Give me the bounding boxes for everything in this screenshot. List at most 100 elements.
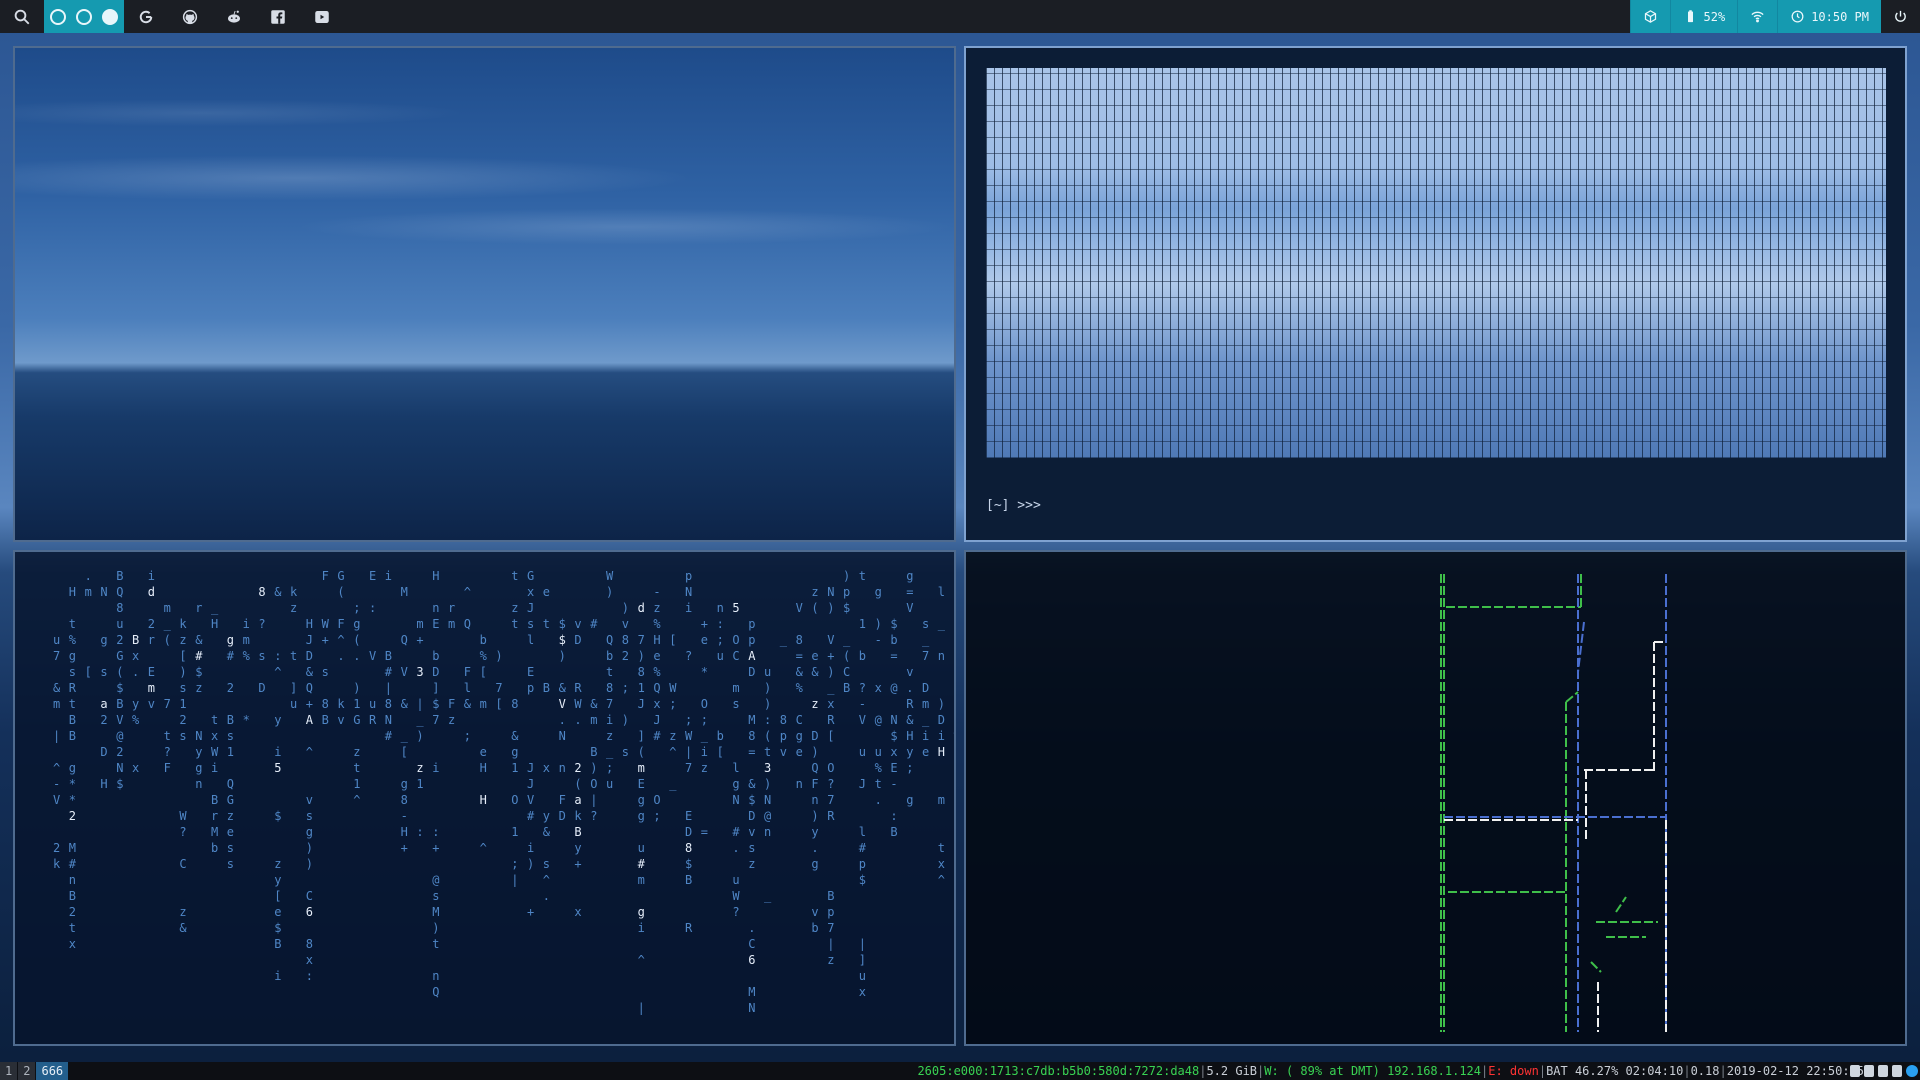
youtube-icon[interactable] [300,0,344,33]
matrix-glyph: E [890,761,897,775]
matrix-glyph: s [543,857,550,871]
matrix-glyph: H [432,569,439,583]
matrix-glyph: r [195,601,202,615]
pipes-terminal[interactable] [964,550,1907,1046]
matrix-rain-terminal[interactable]: u 7 & m | ^ - V 2 k Ht% g s Rt B Bg * * 2 M # n B 2 t x. m[Ng s a 2 D H… [13,550,956,1046]
wifi-status[interactable] [1737,0,1778,33]
matrix-glyph: ) [843,569,850,583]
matrix-glyph: z [353,745,360,759]
workspace-tab-2[interactable]: 2 [18,1062,36,1080]
matrix-glyph: % [653,665,661,679]
usb-icon[interactable] [1850,1065,1860,1077]
matrix-glyph: z [511,601,518,615]
matrix-glyph: ) [811,745,818,759]
matrix-glyph: ? [732,905,739,919]
matrix-glyph: ? [859,681,866,695]
matrix-glyph: E [432,617,439,631]
matrix-glyph: G [527,569,534,583]
matrix-glyph: x [859,985,866,999]
workspace-tab-1[interactable]: 1 [0,1062,18,1080]
matrix-glyph: p [827,905,834,919]
github-icon[interactable] [168,0,212,33]
matrix-glyph: ( [164,633,171,647]
terminal-window[interactable]: [~] >>> [964,46,1907,542]
workspace-1-button[interactable] [50,8,66,25]
cube-icon [1644,10,1656,23]
matrix-glyph: B [274,937,281,951]
matrix-glyph: & [811,665,819,679]
matrix-glyph: % [480,649,488,663]
matrix-glyph: * [243,713,250,727]
matrix-glyph: k [53,857,61,871]
reddit-icon[interactable] [212,0,256,33]
power-icon [1895,10,1906,22]
matrix-glyph: O [701,697,708,711]
workspace-tab-666[interactable]: 666 [36,1062,69,1080]
matrix-glyph: s [432,889,439,903]
matrix-glyph: g [638,905,645,919]
matrix-glyph: 7 [954,713,956,727]
clipboard-icon[interactable] [1864,1065,1874,1077]
matrix-glyph: $ [685,857,692,871]
matrix-glyph: $ [559,633,566,647]
matrix-glyph: $ [274,809,281,823]
matrix-glyph: x [875,681,882,695]
matrix-glyph: & [179,921,187,935]
battery-status[interactable]: 52% [1669,0,1738,33]
matrix-glyph: l [527,633,534,647]
matrix-glyph: 2 [574,761,581,775]
matrix-glyph: H [211,617,218,631]
matrix-glyph: 7 [954,617,956,631]
matrix-glyph: # [859,841,867,855]
pipe-segment [1615,896,1627,913]
matrix-glyph: & [511,729,519,743]
image-viewer-window[interactable] [13,46,956,542]
matrix-glyph: % [132,713,140,727]
matrix-glyph: N [559,729,566,743]
network-icon[interactable] [1892,1065,1902,1077]
facebook-icon[interactable] [256,0,300,33]
matrix-glyph: V [527,793,534,807]
matrix-glyph: V [401,665,408,679]
matrix-glyph: N [748,1001,755,1015]
workspace-3-button[interactable] [102,8,118,25]
matrix-glyph: D [559,809,566,823]
workspace-2-button[interactable] [76,8,92,25]
matrix-glyph: g [811,857,818,871]
matrix-glyph: 2 [53,841,60,855]
power-button[interactable] [1881,0,1920,33]
matrix-glyph: ? [827,777,834,791]
matrix-glyph: i [274,745,281,759]
matrix-glyph: y [132,697,139,711]
matrix-glyph: x [306,953,313,967]
matrix-glyph: x [954,841,956,855]
matrix-glyph: 8 [638,665,645,679]
matrix-glyph: J [653,713,660,727]
matrix-glyph: _ [164,617,172,631]
matrix-glyph: V [796,601,803,615]
matrix-glyph: ^ [353,793,360,807]
matrix-glyph: b [890,633,897,647]
matrix-glyph: O [590,777,597,791]
volume-icon[interactable] [1878,1065,1888,1077]
bluetooth-icon[interactable] [1906,1065,1918,1077]
matrix-glyph: B [685,873,692,887]
matrix-glyph: i [274,969,281,983]
matrix-glyph: ) [179,665,186,679]
package-status[interactable] [1629,0,1670,33]
matrix-glyph: 1 [179,697,186,711]
matrix-glyph: b [717,729,724,743]
matrix-glyph: r [148,633,155,647]
matrix-glyph: 1 [227,745,234,759]
shell-prompt[interactable]: [~] >>> [986,498,1041,513]
search-icon[interactable] [0,0,44,33]
matrix-glyph: i [685,601,692,615]
google-icon[interactable] [124,0,168,33]
wifi-info: W: ( 89% at DMT) 192.168.1.124 [1264,1064,1482,1078]
matrix-glyph: _ [701,729,709,743]
matrix-glyph: | [638,1001,645,1015]
matrix-glyph: n [69,873,76,887]
matrix-glyph: D [574,633,581,647]
clock[interactable]: 10:50 PM [1777,0,1881,33]
matrix-glyph: * [954,793,956,807]
